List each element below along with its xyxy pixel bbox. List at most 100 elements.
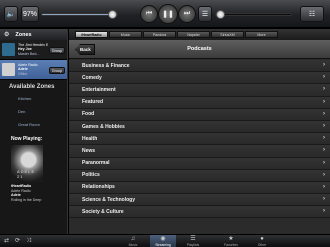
position-knob[interactable] [216,10,225,19]
group-button[interactable]: Group [49,67,65,74]
pause-button[interactable]: ❚❚ [158,4,178,24]
tab-bar-other[interactable]: ● Other [249,235,275,247]
pause-icon: ❚❚ [162,11,174,18]
volume-slider[interactable] [41,10,118,19]
tab-music[interactable]: Music [109,31,142,38]
music-note-icon: ♫ [130,236,136,242]
now-playing-track: Rolling in the Deep [11,197,42,202]
list-item[interactable]: Business & Finance › [69,60,330,73]
list-item-label: Science & Technology [82,196,135,203]
shuffle-icon[interactable]: ⇄ [4,238,15,244]
now-playing-album-art[interactable]: ADELE 21 [11,145,43,182]
list-item[interactable]: Featured › [69,96,330,109]
top-toolbar: 🔈 97% ⏮ ❚❚ ⏭ ☰ ☷ [0,0,330,28]
more-icon: ● [260,236,264,242]
gear-icon[interactable]: ⚙ [4,31,9,38]
zones-title: Zones [15,31,32,38]
playlist-icon: ☰ [190,236,196,242]
chevron-right-icon: › [323,159,325,166]
list-item-label: Games & Hobbies [82,123,125,130]
source-tabs: iHeartRadio Music Pandora Napster SiriusXM Mo… [69,29,330,40]
repeat-icon[interactable]: ⟳ [15,238,26,244]
list-item-label: Health [82,135,98,142]
available-zone-den[interactable]: Den [0,105,67,118]
list-item[interactable]: Comedy › [69,72,330,85]
tab-pandora[interactable]: Pandora [143,31,176,38]
available-zone-kitchen[interactable]: Kitchen [0,92,67,105]
tab-bar-label: Playlists [186,243,200,247]
list-item-label: Politics [82,172,100,179]
volume-label: 97% [22,10,37,18]
zone-album-art [2,43,15,56]
list-item[interactable]: Food › [69,108,330,121]
list-item-label: Society & Culture [82,208,124,215]
tab-bar-favorites[interactable]: ★ Favorites [218,235,244,247]
star-icon: ★ [228,236,234,242]
tab-bar-music[interactable]: ♫ Music [120,235,146,247]
chevron-right-icon: › [323,196,325,203]
chevron-right-icon: › [323,98,325,105]
list-item[interactable]: Health › [69,133,330,146]
crossfade-icon[interactable]: ⤨ [26,238,37,244]
now-playing-info: iHeartRadio Adele Radio Adele Rolling in… [0,184,67,202]
volume-readout: 97% [21,6,39,22]
settings-button[interactable]: ☷ [300,6,324,22]
bottom-toolbar: ⇄⟳⤨ ♫ Music ◉ Streaming ☰ Playlists ★ Favorites… [0,234,330,247]
tab-bar-playlists[interactable]: ☰ Playlists [180,235,206,247]
chevron-right-icon: › [323,208,325,215]
tab-bar-label: Music [128,243,138,247]
streaming-icon: ◉ [160,236,166,242]
chevron-right-icon: › [323,147,325,154]
chevron-right-icon: › [323,135,325,142]
available-zones-header: Available Zones [9,84,55,90]
list-item[interactable]: Relationships › [69,181,330,195]
list-item[interactable]: Politics › [69,169,330,182]
zones-panel: ⚙ Zones The Jimi Hendrix Expe... Hey Joe… [0,29,68,234]
list-item[interactable]: Paranormal › [69,157,330,170]
chevron-right-icon: › [323,74,325,81]
chevron-right-icon: › [323,183,325,190]
chevron-right-icon: › [323,171,325,178]
list-item-label: News [82,147,96,154]
list-item[interactable]: Games & Hobbies › [69,120,330,134]
album-art-text: ADELE 21 [17,169,36,179]
mute-button[interactable]: 🔈 [4,6,18,22]
previous-button[interactable]: ⏮ [140,5,158,23]
list-item[interactable]: Science & Technology › [69,194,330,207]
chevron-right-icon: › [323,62,325,68]
list-item-label: Featured [82,99,104,106]
group-button[interactable]: Group [49,47,65,54]
volume-knob[interactable] [107,10,117,19]
chevron-right-icon: › [323,110,325,117]
tab-bar-streaming[interactable]: ◉ Streaming [150,235,176,247]
list-item-label: Paranormal [82,160,110,167]
tab-bar-label: Favorites [224,243,238,247]
list-item-label: Relationships [82,184,115,191]
available-zone-great-room[interactable]: Great Room [0,118,67,131]
browse-navbar: Back Podcasts [69,40,330,59]
list-item[interactable]: Entertainment › [69,84,330,97]
list-item-label: Business & Finance [82,62,130,69]
position-slider[interactable] [215,10,292,19]
list-item-label: Food [82,111,95,118]
zone-album-art [2,63,15,76]
queue-button[interactable]: ☰ [198,6,212,22]
tab-napster[interactable]: Napster [177,31,210,38]
page-title: Podcasts [187,46,212,52]
tab-bar-label: Other [257,243,267,247]
list-item-label: Comedy [82,74,102,81]
list-item[interactable]: Society & Culture › [69,206,330,219]
zone-item-selected[interactable]: Adele Radio Adele Office Group [0,60,67,80]
next-button[interactable]: ⏭ [178,5,196,23]
list-item-label: Entertainment [82,86,116,93]
tab-more[interactable]: More [245,31,278,38]
speaker-icon: 🔈 [6,11,16,18]
chevron-right-icon: › [323,86,325,93]
now-playing-header: Now Playing: [11,136,43,142]
bottom-left-controls: ⇄⟳⤨ [4,237,37,245]
zone-item[interactable]: The Jimi Hendrix Expe... Hey Joe Master … [0,40,67,60]
list-item[interactable]: News › [69,145,330,158]
tab-siriusxm[interactable]: SiriusXM [211,31,244,38]
zone-room: Office [18,71,28,76]
tab-iheartradio[interactable]: iHeartRadio [75,31,108,38]
